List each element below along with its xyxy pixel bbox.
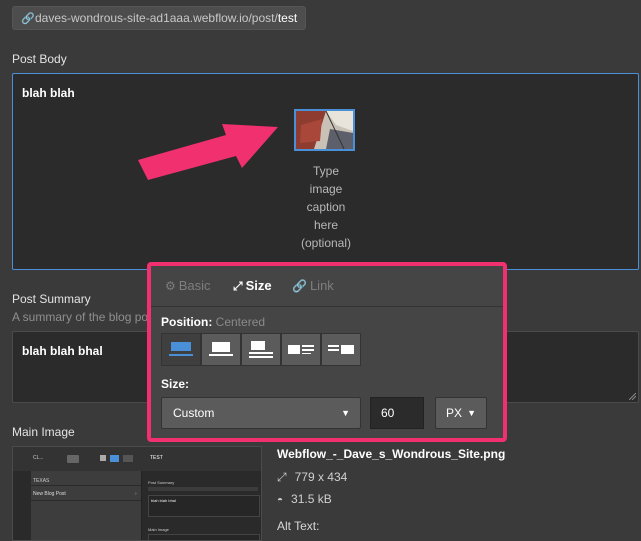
url-slug: test xyxy=(277,11,298,25)
post-body-label: Post Body xyxy=(12,52,67,66)
position-float-right-button[interactable] xyxy=(321,333,361,366)
gauge-icon: ◓ xyxy=(277,495,284,506)
tab-link-label: Link xyxy=(309,278,334,293)
tab-basic[interactable]: ⚙ Basic xyxy=(165,278,211,293)
unit-value: PX xyxy=(446,406,463,420)
size-mode-value: Custom xyxy=(173,406,215,420)
caption-line: (optional) xyxy=(300,236,352,250)
image-caption-placeholder[interactable]: Type image caption here (optional) xyxy=(291,162,361,252)
popover-tabs: ⚙ Basic ⤢ Size 🔗 Link xyxy=(151,266,503,307)
gear-icon: ⚙ xyxy=(165,279,176,293)
preview-summary-label: Post Summary xyxy=(148,480,175,485)
preview-main-image-label: Main Image xyxy=(148,527,169,532)
preview-row: TEXAS xyxy=(33,478,50,484)
image-dimensions-value: 779 x 434 xyxy=(294,470,348,484)
image-dimensions: ⤢ 779 x 434 xyxy=(277,470,347,485)
preview-header: CL... xyxy=(33,455,44,461)
image-settings-popover: ⚙Basic ⤢Size 🔗Link Position: Centered xyxy=(147,262,507,442)
tab-size[interactable]: ⤢ Size xyxy=(233,278,272,294)
preview-title: TEST xyxy=(150,455,163,461)
position-centered-button[interactable] xyxy=(161,333,201,366)
chevron-down-icon: ▼ xyxy=(341,408,350,418)
unit-select[interactable]: PX ▼ xyxy=(435,397,487,429)
align-full-icon xyxy=(209,342,233,356)
position-label-text: Position: xyxy=(161,315,213,329)
resize-handle-icon[interactable] xyxy=(629,393,636,400)
url-prefix: daves-wondrous-site-ad1aaa.webflow.io/po… xyxy=(35,11,278,25)
position-left-block-button[interactable] xyxy=(241,333,281,366)
main-image-preview[interactable]: CL... TEST TEXAS New Blog Post › Post Su… xyxy=(12,446,262,541)
link-icon: 🔗 xyxy=(21,13,35,25)
float-right-icon xyxy=(328,345,354,354)
position-value: Centered xyxy=(215,315,266,329)
caption-line: Type xyxy=(312,164,339,178)
post-summary-hint: A summary of the blog po xyxy=(12,310,149,324)
preview-row: New Blog Post xyxy=(33,491,66,497)
inline-image-thumbnail[interactable] xyxy=(294,109,355,151)
caption-line: image xyxy=(309,182,343,196)
main-image-label: Main Image xyxy=(12,425,75,439)
resize-icon: ⤢ xyxy=(277,470,287,484)
post-summary-text: blah blah bhal xyxy=(22,344,103,358)
preview-summary-text: blah blah bhal xyxy=(151,498,176,503)
link-icon: 🔗 xyxy=(292,279,307,293)
size-label: Size: xyxy=(161,377,190,391)
annotation-arrow-icon xyxy=(138,124,278,180)
image-file-size-value: 31.5 kB xyxy=(291,492,332,506)
chevron-down-icon: ▼ xyxy=(467,408,476,418)
size-mode-select[interactable]: Custom ▼ xyxy=(161,397,361,429)
size-value-input[interactable]: 60 xyxy=(370,397,424,429)
position-float-left-button[interactable] xyxy=(281,333,321,366)
caption-line: caption xyxy=(306,200,346,214)
tab-basic-label: Basic xyxy=(178,278,211,293)
tab-link[interactable]: 🔗 Link xyxy=(292,278,334,293)
resize-icon: ⤢ xyxy=(233,279,243,293)
align-left-block-icon xyxy=(249,341,273,358)
position-label: Position: Centered xyxy=(161,315,265,329)
image-file-size: ◓ 31.5 kB xyxy=(277,492,332,506)
post-summary-label: Post Summary xyxy=(12,292,91,306)
tab-size-label: Size xyxy=(245,278,272,293)
post-body-text: blah blah xyxy=(22,86,75,100)
align-centered-icon xyxy=(169,342,193,356)
post-body-editor[interactable]: blah blah Type image caption here (optio… xyxy=(12,73,639,270)
image-file-name: Webflow_-_Dave_s_Wondrous_Site.png xyxy=(277,447,506,461)
float-left-icon xyxy=(288,345,314,354)
alt-text-label: Alt Text: xyxy=(277,519,320,533)
post-url-link[interactable]: 🔗daves-wondrous-site-ad1aaa.webflow.io/p… xyxy=(12,6,306,30)
caption-line: here xyxy=(313,218,339,232)
position-full-button[interactable] xyxy=(201,333,241,366)
